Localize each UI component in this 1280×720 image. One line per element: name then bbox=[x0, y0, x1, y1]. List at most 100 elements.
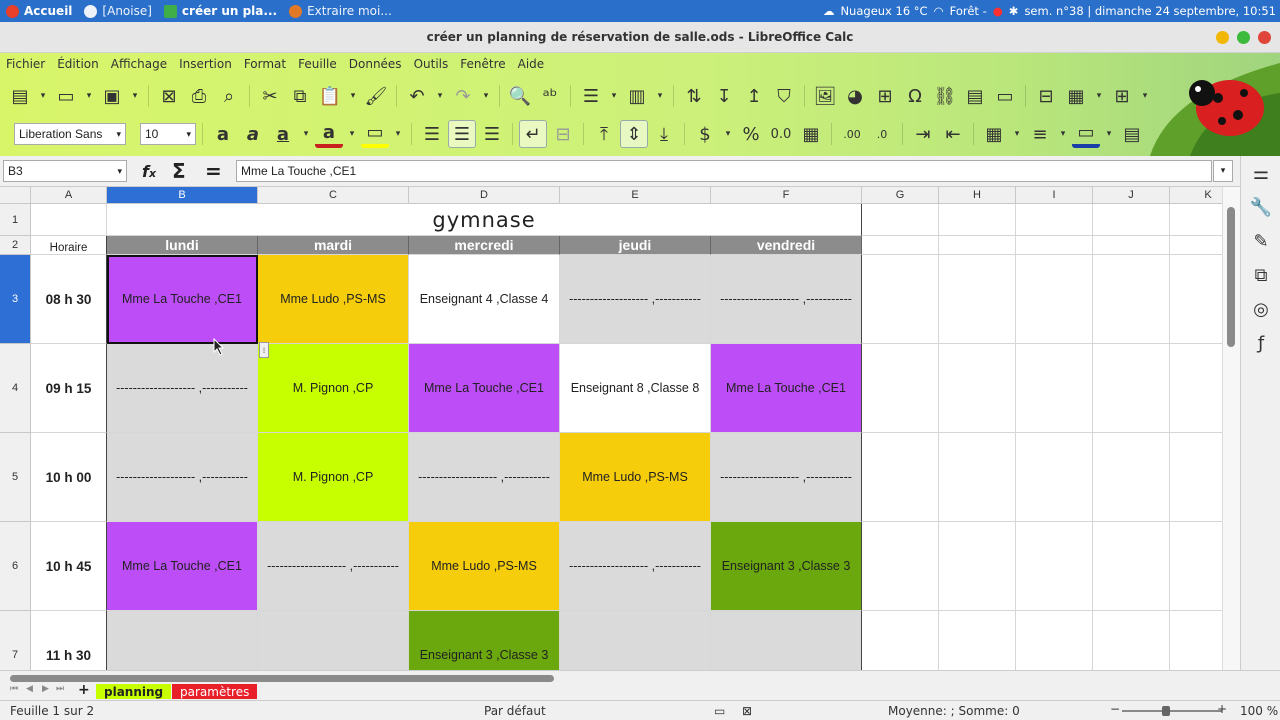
sheet-tab-planning[interactable]: planning bbox=[96, 684, 172, 699]
previous-sheet-icon[interactable]: ◀ bbox=[26, 684, 33, 694]
selection-mode-icon[interactable]: ▭ bbox=[714, 704, 725, 718]
autofill-options-icon[interactable]: ⁝ bbox=[259, 342, 269, 358]
percent-icon[interactable]: % bbox=[737, 120, 765, 148]
menu-fenetre[interactable]: Fenêtre bbox=[454, 57, 511, 71]
underline-dropdown-icon[interactable]: ▾ bbox=[299, 120, 313, 148]
selected-cell-b3[interactable]: Mme La Touche ,CE1 bbox=[107, 255, 258, 344]
align-right-icon[interactable]: ☰ bbox=[478, 120, 506, 148]
empty-cell[interactable] bbox=[939, 433, 1016, 522]
column-header-g[interactable]: G bbox=[862, 187, 939, 204]
booking-cell[interactable] bbox=[258, 611, 409, 670]
freeze-rows-columns-icon[interactable]: ▦ bbox=[1062, 82, 1090, 110]
autofilter-icon[interactable]: ⛉ bbox=[770, 82, 798, 110]
booking-cell[interactable]: Mme Ludo ,PS-MS bbox=[258, 255, 409, 344]
empty-cell[interactable] bbox=[1016, 522, 1093, 611]
properties-icon[interactable]: 🔧 bbox=[1241, 190, 1280, 224]
bluetooth-icon[interactable]: ✱ bbox=[1009, 4, 1019, 18]
record-icon[interactable]: ● bbox=[993, 4, 1003, 18]
booking-cell[interactable] bbox=[107, 611, 258, 670]
booking-cell[interactable]: Mme La Touche ,CE1 bbox=[409, 344, 560, 433]
taskbar-item-calc[interactable]: créer un pla... bbox=[158, 0, 283, 22]
taskbar-item-home[interactable]: Accueil bbox=[0, 0, 78, 22]
bold-icon[interactable]: a bbox=[209, 120, 237, 148]
aggregate-info[interactable]: Moyenne: ; Somme: 0 bbox=[888, 704, 1020, 718]
new-dropdown-icon[interactable]: ▾ bbox=[36, 82, 50, 110]
empty-cell[interactable] bbox=[862, 236, 939, 255]
merge-center-icon[interactable]: ⊟ bbox=[549, 120, 577, 148]
align-bottom-icon[interactable]: ⤓ bbox=[650, 120, 678, 148]
clock-label[interactable]: sem. n°38 | dimanche 24 septembre, 10:51 bbox=[1024, 4, 1276, 18]
day-header-jeudi[interactable]: jeudi bbox=[560, 236, 711, 255]
empty-cell[interactable] bbox=[1093, 611, 1170, 670]
italic-icon[interactable]: a bbox=[239, 120, 267, 148]
time-cell[interactable]: 10 h 45 bbox=[31, 522, 107, 611]
increase-indent-icon[interactable]: ⇥ bbox=[909, 120, 937, 148]
empty-cell[interactable] bbox=[1016, 344, 1093, 433]
booking-cell[interactable]: ------------------- ,----------- bbox=[711, 255, 862, 344]
freeze-dropdown-icon[interactable]: ▾ bbox=[1092, 82, 1106, 110]
menu-affichage[interactable]: Affichage bbox=[105, 57, 173, 71]
column-header-e[interactable]: E bbox=[560, 187, 711, 204]
empty-cell[interactable] bbox=[1016, 255, 1093, 344]
zoom-out-icon[interactable]: − bbox=[1110, 702, 1120, 716]
booking-cell[interactable]: Mme Ludo ,PS-MS bbox=[560, 433, 711, 522]
align-top-icon[interactable]: ⤒ bbox=[590, 120, 618, 148]
booking-cell[interactable]: M. Pignon ,CP bbox=[258, 433, 409, 522]
booking-cell[interactable]: ------------------- ,----------- bbox=[107, 433, 258, 522]
zoom-in-icon[interactable]: + bbox=[1217, 702, 1227, 716]
booking-cell[interactable] bbox=[711, 611, 862, 670]
booking-cell[interactable]: M. Pignon ,CP bbox=[258, 344, 409, 433]
booking-cell[interactable]: Enseignant 4 ,Classe 4 bbox=[409, 255, 560, 344]
column-header-a[interactable]: A bbox=[31, 187, 107, 204]
save-icon[interactable]: ▣ bbox=[98, 82, 126, 110]
day-header-lundi[interactable]: lundi bbox=[107, 236, 258, 255]
special-character-icon[interactable]: Ω bbox=[901, 82, 929, 110]
booking-cell[interactable]: Mme La Touche ,CE1 bbox=[711, 344, 862, 433]
next-sheet-icon[interactable]: ▶ bbox=[42, 684, 49, 694]
cell-a1[interactable] bbox=[31, 204, 107, 236]
booking-cell[interactable]: ------------------- ,----------- bbox=[560, 255, 711, 344]
currency-icon[interactable]: $ bbox=[691, 120, 719, 148]
vertical-scroll-thumb[interactable] bbox=[1227, 207, 1235, 347]
row-header-5[interactable]: 5 bbox=[0, 433, 31, 522]
spelling-icon[interactable]: ᵃᵇ bbox=[536, 82, 564, 110]
document-modified-icon[interactable]: ⊠ bbox=[742, 704, 752, 718]
sort-descending-icon[interactable]: ↥ bbox=[740, 82, 768, 110]
copy-icon[interactable]: ⧉ bbox=[286, 82, 314, 110]
conditional-format-icon[interactable]: ▤ bbox=[1118, 120, 1146, 148]
center-vertically-icon[interactable]: ⇕ bbox=[620, 120, 648, 148]
day-header-mardi[interactable]: mardi bbox=[258, 236, 409, 255]
number-format-icon[interactable]: 0.0 bbox=[767, 120, 795, 148]
empty-cell[interactable] bbox=[1016, 433, 1093, 522]
paste-dropdown-icon[interactable]: ▾ bbox=[346, 82, 360, 110]
function-wizard-icon[interactable]: fx bbox=[142, 162, 156, 181]
save-dropdown-icon[interactable]: ▾ bbox=[128, 82, 142, 110]
time-cell[interactable]: 08 h 30 bbox=[31, 255, 107, 344]
column-icon[interactable]: ▥ bbox=[623, 82, 651, 110]
empty-cell[interactable] bbox=[1093, 344, 1170, 433]
split-window-icon[interactable]: ⊞ bbox=[1108, 82, 1136, 110]
border-color-dropdown-icon[interactable]: ▾ bbox=[1102, 120, 1116, 148]
print-icon[interactable]: ⎙ bbox=[185, 82, 213, 110]
menu-aide[interactable]: Aide bbox=[512, 57, 551, 71]
column-header-d[interactable]: D bbox=[409, 187, 560, 204]
empty-cell[interactable] bbox=[862, 611, 939, 670]
border-color-icon[interactable]: ▭ bbox=[1072, 120, 1100, 148]
decrease-indent-icon[interactable]: ⇤ bbox=[939, 120, 967, 148]
empty-cell[interactable] bbox=[1016, 204, 1093, 236]
empty-cell[interactable] bbox=[1170, 236, 1222, 255]
column-header-j[interactable]: J bbox=[1093, 187, 1170, 204]
row-header-2[interactable]: 2 bbox=[0, 236, 31, 255]
spreadsheet-grid[interactable]: ABCDEFGHIJK 1234567 gymnase Horaire lundi m… bbox=[0, 187, 1222, 670]
row-icon[interactable]: ☰ bbox=[577, 82, 605, 110]
underline-icon[interactable]: a bbox=[269, 120, 297, 148]
empty-cell[interactable] bbox=[862, 433, 939, 522]
styles-icon[interactable]: ✎ bbox=[1241, 224, 1280, 258]
functions-icon[interactable]: ƒ bbox=[1241, 326, 1280, 360]
undo-dropdown-icon[interactable]: ▾ bbox=[433, 82, 447, 110]
print-preview-icon[interactable]: ⌕ bbox=[215, 82, 243, 110]
vertical-scrollbar[interactable] bbox=[1222, 187, 1240, 670]
sheet-tab-parametres[interactable]: paramètres bbox=[172, 684, 258, 699]
empty-cell[interactable] bbox=[1170, 522, 1222, 611]
column-dropdown-icon[interactable]: ▾ bbox=[653, 82, 667, 110]
